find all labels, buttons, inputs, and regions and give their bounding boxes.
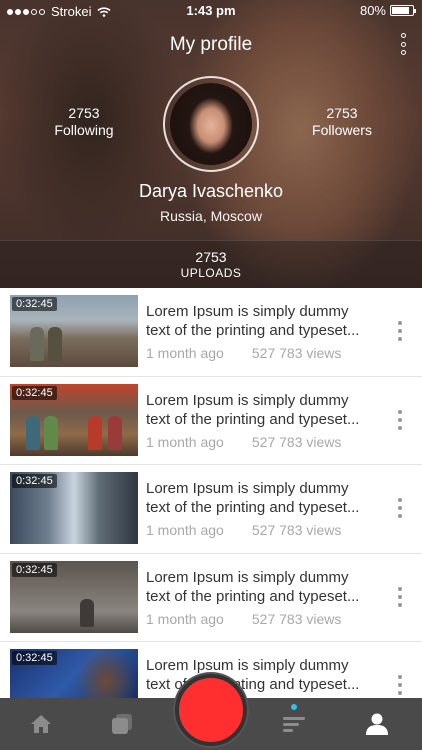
video-title[interactable]: Lorem Ipsum is simply dummy text of the … — [146, 568, 372, 606]
video-thumbnail[interactable]: 0:32:45 — [10, 472, 138, 544]
video-item[interactable]: 0:32:45 Lorem Ipsum is simply dummy text… — [0, 465, 422, 554]
video-meta: 1 month ago 527 783 views — [146, 345, 341, 361]
video-thumbnail[interactable]: 0:32:45 — [10, 649, 138, 698]
followers-count: 2753 — [326, 105, 358, 121]
battery-status: 80% — [359, 3, 416, 18]
page-title: My profile — [169, 34, 253, 55]
following-stat[interactable]: 2753 Following — [44, 105, 124, 139]
video-title[interactable]: Lorem Ipsum is simply dummy text of the … — [146, 302, 372, 340]
tab-library[interactable] — [92, 698, 152, 750]
video-title[interactable]: Lorem Ipsum is simply dummy text of the … — [146, 656, 372, 694]
video-views: 527 783 views — [251, 345, 342, 361]
battery-percent: 80% — [359, 3, 386, 18]
video-meta: 1 month ago 527 783 views — [146, 522, 341, 538]
video-thumbnail[interactable]: 0:32:45 — [10, 295, 138, 367]
video-views: 527 783 views — [251, 610, 342, 627]
uploads-stat[interactable]: 2753 UPLOADS — [0, 240, 422, 288]
video-item[interactable]: 0:32:45 Lorem Ipsum is simply dummy text… — [0, 288, 422, 377]
video-views: 527 783 views — [251, 522, 342, 538]
video-thumbnail[interactable]: 0:32:45 — [10, 383, 138, 456]
video-title[interactable]: Lorem Ipsum is simply dummy text of the … — [146, 479, 372, 517]
feed-icon — [283, 717, 305, 732]
video-thumbnail[interactable]: 0:32:45 — [10, 560, 138, 633]
video-age: 1 month ago — [146, 433, 224, 450]
video-title[interactable]: Lorem Ipsum is simply dummy text of the … — [146, 391, 372, 429]
uploads-label: UPLOADS — [180, 266, 242, 280]
followers-stat[interactable]: 2753 Followers — [302, 105, 382, 139]
profile-name: Darya Ivaschenko — [138, 181, 284, 201]
video-age: 1 month ago — [146, 345, 224, 361]
followers-label: Followers — [312, 122, 372, 138]
video-item[interactable]: 0:32:45 Lorem Ipsum is simply dummy text… — [0, 554, 422, 642]
record-button[interactable] — [175, 674, 247, 746]
avatar[interactable] — [163, 76, 259, 172]
more-options-icon[interactable] — [396, 409, 404, 430]
following-count: 2753 — [68, 105, 100, 121]
battery-icon — [390, 5, 416, 16]
video-duration: 0:32:45 — [12, 651, 57, 665]
video-item[interactable]: 0:32:45 Lorem Ipsum is simply dummy text… — [0, 377, 422, 465]
video-duration: 0:32:45 — [12, 297, 57, 311]
profile-icon — [366, 713, 388, 735]
video-duration: 0:32:45 — [12, 474, 57, 488]
more-options-icon[interactable] — [396, 498, 404, 518]
video-list[interactable]: 0:32:45 Lorem Ipsum is simply dummy text… — [0, 288, 422, 698]
more-options-icon[interactable] — [396, 321, 404, 341]
profile-header: Strokei 1:43 pm 80% My profile 2753 Foll… — [0, 0, 422, 288]
library-icon — [112, 714, 132, 734]
clock: 1:43 pm — [186, 3, 236, 18]
video-duration: 0:32:45 — [12, 562, 57, 577]
video-duration: 0:32:45 — [12, 385, 57, 400]
following-label: Following — [54, 122, 114, 138]
more-options-icon[interactable] — [398, 33, 408, 55]
tab-home[interactable] — [11, 698, 71, 750]
video-views: 527 783 views — [251, 433, 342, 450]
video-meta: 1 month ago 527 783 views — [146, 434, 341, 450]
tab-profile[interactable] — [347, 698, 407, 750]
home-icon — [31, 715, 51, 733]
video-age: 1 month ago — [146, 610, 224, 627]
profile-location: Russia, Moscow — [160, 208, 262, 224]
video-meta: 1 month ago 527 783 views — [146, 611, 341, 627]
feed-notification-dot — [291, 704, 297, 710]
more-options-icon[interactable] — [396, 586, 404, 607]
video-age: 1 month ago — [146, 522, 224, 538]
status-bar: Strokei 1:43 pm 80% — [0, 0, 422, 22]
avatar-image — [170, 83, 252, 165]
uploads-count: 2753 — [195, 249, 227, 265]
more-options-icon[interactable] — [396, 675, 404, 695]
